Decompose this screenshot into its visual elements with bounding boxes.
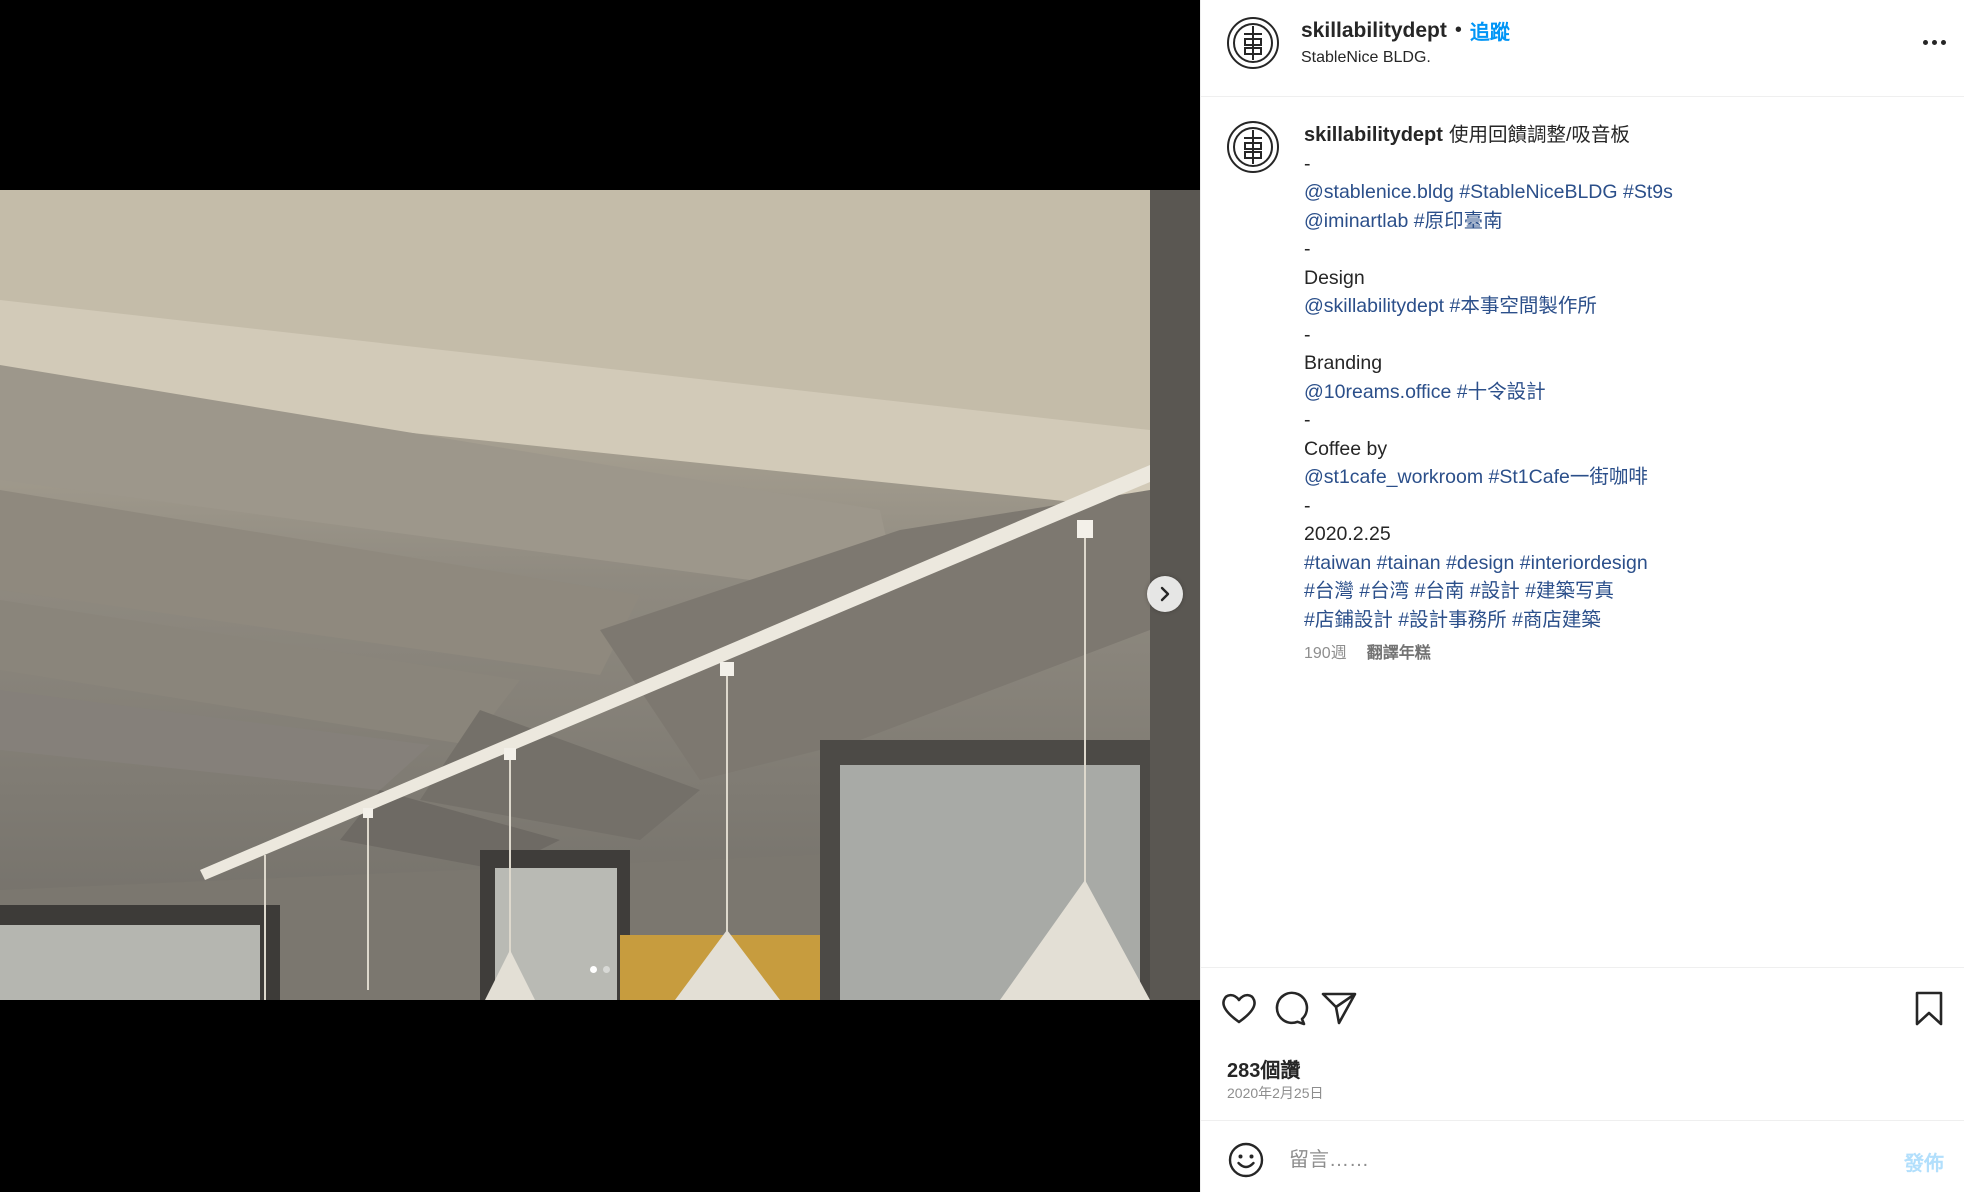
share-icon[interactable] <box>1319 988 1359 1028</box>
caption-text-segment: 2020.2.25 <box>1304 523 1391 545</box>
emoji-icon[interactable] <box>1227 1141 1265 1179</box>
comment-icon[interactable] <box>1269 988 1309 1028</box>
mention-link[interactable]: @iminartlab <box>1304 210 1408 232</box>
caption-line: @skillabilitydept #本事空間製作所 <box>1304 292 1944 321</box>
caption-line: - <box>1304 150 1944 179</box>
caption-line: #店鋪設計 #設計事務所 #商店建築 <box>1304 606 1944 635</box>
hashtag-link[interactable]: #taiwan <box>1304 552 1371 574</box>
caption-line: @st1cafe_workroom #St1Cafe一街咖啡 <box>1304 463 1944 492</box>
logo-icon <box>1233 127 1273 167</box>
caption-meta: 190週 翻譯年糕 <box>1304 640 1944 669</box>
mention-link[interactable]: @stablenice.bldg <box>1304 181 1454 203</box>
caption-text-segment: Coffee by <box>1304 437 1388 460</box>
post-panel: skillabilitydept • 追蹤 StableNice BLDG. s… <box>1200 0 1964 1192</box>
caption-line: - <box>1304 235 1944 264</box>
caption-line: - <box>1304 406 1944 435</box>
caption-line: - <box>1304 321 1944 350</box>
chevron-right-icon <box>1160 586 1170 602</box>
caption-text: skillabilitydept 使用回饋調整/吸音板 - @stablenice.… <box>1304 121 1944 669</box>
caption-line: #taiwan #tainan #design #interiordesign <box>1304 549 1944 578</box>
caption-line: Coffee by <box>1304 435 1944 464</box>
carousel-dot <box>603 966 610 973</box>
caption-text-segment: - <box>1304 323 1311 346</box>
mention-link[interactable]: @skillabilitydept <box>1304 295 1444 317</box>
caption-text-segment: - <box>1304 494 1311 517</box>
hashtag-link[interactable]: #台南 <box>1415 580 1465 602</box>
action-bar: 283個讚 2020年2月25日 <box>1201 967 1964 1120</box>
carousel-indicator <box>0 966 1200 973</box>
like-count[interactable]: 283個讚 <box>1227 1054 1300 1083</box>
hashtag-link[interactable]: #StableNiceBLDG <box>1459 181 1617 203</box>
post-date: 2020年2月25日 <box>1227 1085 1324 1101</box>
hashtag-link[interactable]: #原印臺南 <box>1414 210 1503 232</box>
caption-line: @iminartlab #原印臺南 <box>1304 207 1944 236</box>
heart-icon[interactable] <box>1219 988 1259 1028</box>
hashtag-link[interactable]: #tainan <box>1377 552 1441 574</box>
caption-line: 2020.2.25 <box>1304 520 1944 549</box>
follow-button[interactable]: 追蹤 <box>1470 16 1510 45</box>
carousel-dot <box>590 966 597 973</box>
hashtag-link[interactable]: #設計 <box>1470 580 1520 602</box>
caption-first-line: skillabilitydept 使用回饋調整/吸音板 <box>1304 121 1944 150</box>
hashtag-link[interactable]: #本事空間製作所 <box>1450 295 1597 317</box>
hashtag-link[interactable]: #台湾 <box>1359 580 1409 602</box>
caption-line: - <box>1304 492 1944 521</box>
caption-line: @10reams.office #十令設計 <box>1304 378 1944 407</box>
ceiling-photo-illustration <box>0 190 1200 1000</box>
hashtag-link[interactable]: #設計事務所 <box>1398 609 1506 631</box>
caption-text-segment: Branding <box>1304 352 1383 374</box>
comment-input[interactable] <box>1289 1141 1869 1179</box>
caption-text-segment: - <box>1304 238 1311 260</box>
avatar[interactable] <box>1227 17 1279 69</box>
more-options-icon[interactable] <box>1917 30 1951 54</box>
comment-box: 發佈 <box>1201 1120 1964 1192</box>
hashtag-link[interactable]: #十令設計 <box>1457 381 1546 403</box>
hashtag-link[interactable]: #台灣 <box>1304 580 1354 602</box>
post-photo <box>0 190 1200 1000</box>
caption-line: Branding <box>1304 349 1944 378</box>
caption-line: @stablenice.bldg #StableNiceBLDG #St9s <box>1304 178 1944 207</box>
caption-avatar[interactable] <box>1227 121 1279 173</box>
hashtag-link[interactable]: #商店建築 <box>1512 609 1601 631</box>
caption-line: #台灣 #台湾 #台南 #設計 #建築写真 <box>1304 577 1944 606</box>
location-link[interactable]: StableNice BLDG. <box>1301 49 1431 67</box>
caption-section: skillabilitydept 使用回饋調整/吸音板 - @stablenice.… <box>1201 97 1964 967</box>
caption-text-segment: Design <box>1304 266 1365 289</box>
hashtag-link[interactable]: #St1Cafe一街咖啡 <box>1489 466 1648 488</box>
translate-button[interactable]: 翻譯年糕 <box>1367 640 1431 669</box>
caption-title: 使用回饋調整/吸音板 <box>1448 124 1630 146</box>
hashtag-link[interactable]: #St9s <box>1623 181 1673 203</box>
caption-body: - @stablenice.bldg #StableNiceBLDG #St9s @… <box>1304 150 1944 635</box>
post-dialog: skillabilitydept • 追蹤 StableNice BLDG. s… <box>0 0 1964 1192</box>
caption-line: Design <box>1304 264 1944 293</box>
media-pane <box>0 0 1200 1192</box>
post-comment-button[interactable]: 發佈 <box>1904 1147 1944 1176</box>
mention-link[interactable]: @10reams.office <box>1304 381 1451 403</box>
hashtag-link[interactable]: #design <box>1446 552 1514 574</box>
logo-icon <box>1233 23 1273 63</box>
bookmark-icon[interactable] <box>1909 988 1949 1028</box>
separator-dot: • <box>1454 19 1462 41</box>
post-age[interactable]: 190週 <box>1304 640 1347 669</box>
hashtag-link[interactable]: #店鋪設計 <box>1304 609 1393 631</box>
mention-link[interactable]: @st1cafe_workroom <box>1304 466 1483 488</box>
carousel-next-button[interactable] <box>1147 576 1183 612</box>
header-user-row: skillabilitydept • 追蹤 <box>1301 16 1510 45</box>
hashtag-link[interactable]: #interiordesign <box>1520 552 1648 574</box>
author-username[interactable]: skillabilitydept <box>1301 19 1447 43</box>
post-header: skillabilitydept • 追蹤 StableNice BLDG. <box>1201 0 1964 97</box>
caption-text-segment: - <box>1304 409 1311 431</box>
hashtag-link[interactable]: #建築写真 <box>1525 580 1614 602</box>
caption-text-segment: - <box>1304 152 1311 175</box>
caption-username[interactable]: skillabilitydept <box>1304 124 1443 146</box>
